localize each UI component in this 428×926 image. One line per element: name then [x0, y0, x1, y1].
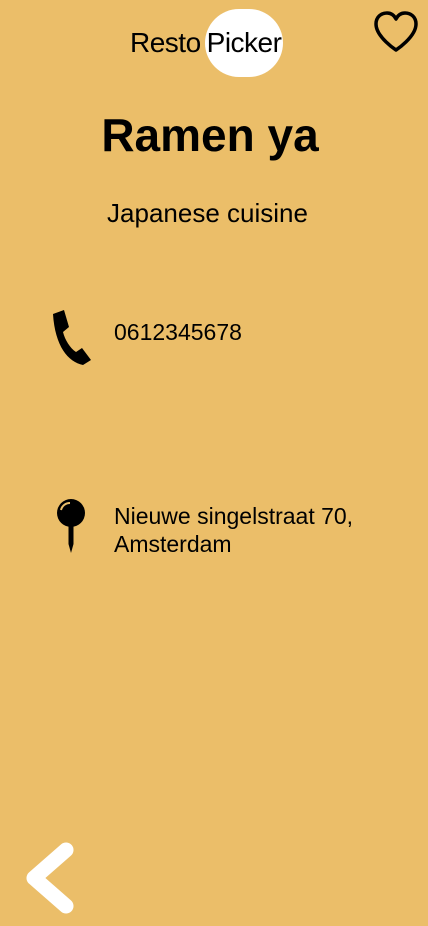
restaurant-cuisine: Japanese cuisine	[107, 198, 308, 228]
app-logo: Resto Picker	[130, 8, 284, 78]
restaurant-name: Ramen ya	[101, 109, 319, 161]
heart-outline-icon	[374, 11, 418, 52]
back-button[interactable]	[22, 840, 78, 916]
address-line-city: Amsterdam	[114, 531, 232, 557]
map-pin-icon	[57, 499, 85, 553]
logo-text-picker: Picker	[204, 9, 284, 77]
restaurant-address: Nieuwe singelstraat 70, Amsterdam	[114, 502, 414, 558]
chevron-left-icon	[26, 842, 74, 914]
phone-number-link[interactable]: 0612345678	[114, 319, 242, 346]
phone-icon	[53, 310, 91, 365]
logo-text-resto: Resto	[130, 27, 201, 58]
address-line-street: Nieuwe singelstraat 70,	[114, 503, 354, 529]
favorite-button[interactable]	[372, 10, 420, 54]
